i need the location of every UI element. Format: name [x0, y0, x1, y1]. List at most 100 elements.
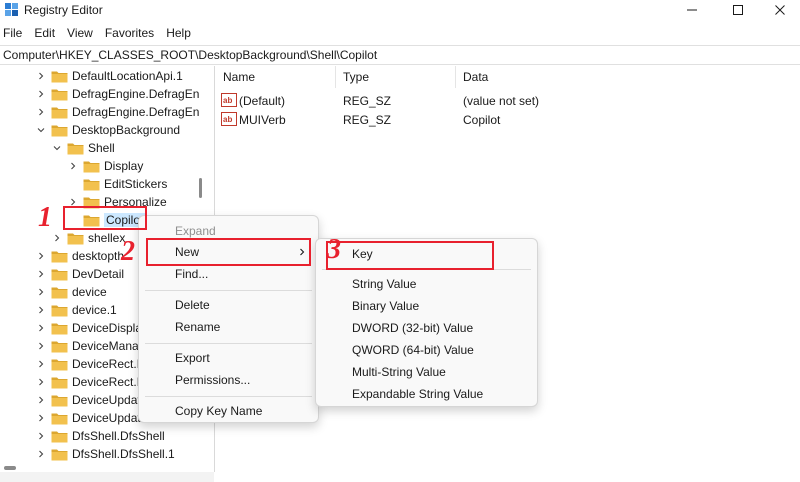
- folder-icon: [51, 431, 68, 442]
- chevron-right-icon[interactable]: [35, 322, 47, 334]
- tree-item[interactable]: DefragEngine.DefragEn: [35, 85, 199, 103]
- chevron-right-icon[interactable]: [35, 268, 47, 280]
- tree-item[interactable]: Shell: [51, 139, 115, 157]
- tree-item[interactable]: EditStickers: [67, 175, 167, 193]
- chevron-right-icon[interactable]: [35, 88, 47, 100]
- chevron-right-icon[interactable]: [35, 250, 47, 262]
- chevron-down-icon[interactable]: [51, 142, 63, 154]
- submenu-string-value[interactable]: String Value: [316, 274, 537, 294]
- column-divider[interactable]: [335, 66, 336, 88]
- tree-item[interactable]: DefaultLocationApi.1: [35, 67, 183, 85]
- value-row[interactable]: ab MUIVerb REG_SZ Copilot: [215, 111, 800, 129]
- chevron-right-icon[interactable]: [35, 430, 47, 442]
- submenu-binary-value[interactable]: Binary Value: [316, 296, 537, 316]
- tree-item-label: DesktopBackground: [72, 123, 181, 137]
- tree-item[interactable]: desktopth: [35, 247, 124, 265]
- tree-item-label: Shell: [88, 141, 115, 155]
- folder-icon: [51, 251, 68, 262]
- tree-item[interactable]: shellex: [51, 229, 125, 247]
- svg-text:ab: ab: [223, 115, 232, 124]
- submenu-dword-value[interactable]: DWORD (32-bit) Value: [316, 318, 537, 338]
- chevron-right-icon[interactable]: [35, 412, 47, 424]
- folder-icon: [51, 287, 68, 298]
- tree-item-label: DefragEngine.DefragEn: [72, 105, 200, 119]
- value-data: (value not set): [463, 94, 540, 108]
- submenu-multi-string-value[interactable]: Multi-String Value: [316, 362, 537, 382]
- tree-item[interactable]: DeviceUpdat: [35, 409, 141, 427]
- tree-item-label: DefragEngine.DefragEn: [72, 87, 200, 101]
- folder-icon: [67, 143, 84, 154]
- tree-horizontal-scrollbar[interactable]: [0, 472, 214, 482]
- tree-item[interactable]: DfsShell.DfsShell: [35, 427, 165, 445]
- submenu-expandable-string-value[interactable]: Expandable String Value: [316, 384, 537, 404]
- menu-view[interactable]: View: [63, 24, 97, 44]
- chevron-right-icon[interactable]: [35, 70, 47, 82]
- tree-item-label: DefaultLocationApi.1: [72, 69, 183, 83]
- context-menu-copy-key-name[interactable]: Copy Key Name: [139, 401, 318, 421]
- value-row[interactable]: ab (Default) REG_SZ (value not set): [215, 92, 800, 110]
- column-header-data[interactable]: Data: [463, 70, 488, 84]
- chevron-right-icon[interactable]: [51, 232, 63, 244]
- chevron-right-icon[interactable]: [35, 340, 47, 352]
- tree-item[interactable]: DesktopBackground: [35, 121, 180, 139]
- menu-edit[interactable]: Edit: [30, 24, 59, 44]
- menu-file[interactable]: File: [0, 24, 26, 44]
- menu-help[interactable]: Help: [162, 24, 195, 44]
- context-menu-permissions[interactable]: Permissions...: [139, 370, 318, 390]
- address-bar[interactable]: Computer\HKEY_CLASSES_ROOT\DesktopBackgr…: [0, 45, 800, 65]
- menu-favorites[interactable]: Favorites: [101, 24, 158, 44]
- folder-icon: [51, 107, 68, 118]
- value-type: REG_SZ: [343, 113, 392, 127]
- chevron-right-icon[interactable]: [35, 394, 47, 406]
- tree-item[interactable]: device.1: [35, 301, 117, 319]
- chevron-down-icon[interactable]: [35, 124, 47, 136]
- chevron-right-icon[interactable]: [35, 358, 47, 370]
- tree-item-label: DeviceUpdat: [72, 411, 141, 425]
- tree-item-label: shellex: [88, 231, 126, 245]
- value-name: MUIVerb: [239, 113, 286, 127]
- folder-icon: [83, 161, 100, 172]
- value-data: Copilot: [463, 113, 501, 127]
- context-menu-rename-label: Rename: [175, 320, 221, 334]
- chevron-right-icon[interactable]: [35, 286, 47, 298]
- tree-item[interactable]: DeviceRect.D: [35, 373, 145, 391]
- tree-item[interactable]: device: [35, 283, 107, 301]
- tree-scrollbar-thumb[interactable]: [199, 178, 202, 198]
- tree-item-label: DeviceDisplay: [72, 321, 149, 335]
- context-menu-rename[interactable]: Rename: [139, 317, 318, 337]
- window-title: Registry Editor: [24, 3, 103, 17]
- tree-item[interactable]: DeviceUpdat: [35, 391, 141, 409]
- column-header-type[interactable]: Type: [343, 70, 369, 84]
- tree-item[interactable]: DefragEngine.DefragEn: [35, 103, 199, 121]
- chevron-right-icon[interactable]: [35, 376, 47, 388]
- folder-icon: [67, 233, 84, 244]
- chevron-right-icon[interactable]: [35, 106, 47, 118]
- tree-item[interactable]: DeviceManag: [35, 337, 145, 355]
- chevron-right-icon[interactable]: [35, 304, 47, 316]
- column-header-name[interactable]: Name: [223, 70, 255, 84]
- maximize-button[interactable]: [718, 0, 758, 20]
- tree-item[interactable]: DeviceRect.D: [35, 355, 145, 373]
- minimize-button[interactable]: [672, 0, 712, 20]
- chevron-right-icon[interactable]: [67, 160, 79, 172]
- close-button[interactable]: [760, 0, 800, 20]
- folder-icon: [51, 269, 68, 280]
- tree-item-label: DeviceUpdat: [72, 393, 141, 407]
- tree-item-label: DfsShell.DfsShell: [72, 429, 165, 443]
- string-value-icon: ab: [221, 93, 237, 107]
- context-menu-delete[interactable]: Delete: [139, 295, 318, 315]
- tree-item[interactable]: DeviceDisplay: [35, 319, 148, 337]
- context-menu-export[interactable]: Export: [139, 348, 318, 368]
- column-divider[interactable]: [455, 66, 456, 88]
- tree-item[interactable]: DevDetail: [35, 265, 124, 283]
- tree-horizontal-scrollbar-thumb[interactable]: [4, 466, 16, 470]
- folder-icon: [51, 449, 68, 460]
- chevron-right-icon[interactable]: [35, 448, 47, 460]
- tree-item[interactable]: Display: [67, 157, 143, 175]
- step-number-2: 2: [121, 236, 135, 267]
- submenu-qword-value[interactable]: QWORD (64-bit) Value: [316, 340, 537, 360]
- context-menu-find[interactable]: Find...: [139, 264, 318, 284]
- tree-item-label: device: [72, 285, 107, 299]
- highlight-box-new: [146, 238, 311, 266]
- tree-item[interactable]: DfsShell.DfsShell.1: [35, 445, 175, 463]
